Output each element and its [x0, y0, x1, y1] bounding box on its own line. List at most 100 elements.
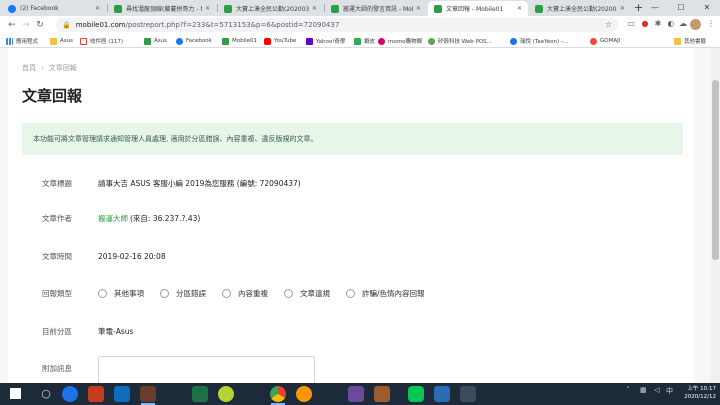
- close-window-button[interactable]: ✕: [694, 0, 720, 16]
- tab-facebook[interactable]: (2) Facebook ✕: [2, 1, 106, 16]
- radio-fraud[interactable]: 詐騙/色情內容回報: [346, 288, 425, 299]
- game-icon[interactable]: [140, 386, 156, 405]
- radio-circle-icon[interactable]: [160, 288, 169, 298]
- network-icon[interactable]: ▦: [640, 386, 647, 394]
- photo-icon[interactable]: [348, 386, 364, 402]
- windows-start-icon[interactable]: [10, 388, 21, 399]
- message-label: 附加訊息: [42, 363, 72, 373]
- firefox-icon[interactable]: [296, 386, 312, 402]
- tray-chevron-icon[interactable]: ˄: [626, 386, 630, 394]
- extension-puzzle-icon[interactable]: ✱: [653, 19, 663, 29]
- outlook-icon[interactable]: [114, 386, 130, 402]
- volume-icon[interactable]: ◁: [654, 386, 659, 394]
- bookmark-label: Asus: [154, 38, 167, 44]
- line-icon[interactable]: [408, 386, 424, 402]
- tab-mobile01-4[interactable]: 大寶上湊全民公勤(202003 pi ✕: [529, 1, 631, 16]
- radio-violation[interactable]: 文章違規: [284, 288, 330, 299]
- radio-circle-icon[interactable]: [346, 288, 355, 298]
- radio-label: 分區錯誤: [176, 288, 206, 298]
- message-textarea[interactable]: [98, 356, 315, 383]
- maximize-button[interactable]: ☐: [668, 0, 694, 16]
- bookmark-webpos[interactable]: 矽穀科技 Web POS...: [428, 36, 492, 46]
- subject-row: 文章標題 請事大吉 ASUS 客服小編 2019為您服務 (編號: 720904…: [22, 176, 642, 190]
- translate-icon[interactable]: ◐: [666, 19, 676, 29]
- radio-circle-icon[interactable]: [284, 288, 293, 298]
- tab-mobile01-3[interactable]: 搬運大師的發言資訊 - Mobile ✕: [325, 1, 427, 16]
- author-link[interactable]: 搬運大師: [98, 214, 128, 223]
- bookmark-apps[interactable]: 應用程式: [6, 36, 38, 46]
- clock-time: 上午 10:17: [687, 386, 716, 392]
- chrome-icon[interactable]: [270, 386, 286, 405]
- close-icon[interactable]: ✕: [517, 5, 522, 12]
- minimize-button[interactable]: —: [642, 0, 668, 16]
- folder-icon: [674, 37, 681, 45]
- breadcrumb-home[interactable]: 首頁: [22, 63, 36, 73]
- radio-circle-icon[interactable]: [98, 288, 107, 298]
- mobile01-icon: [535, 4, 543, 13]
- subject-label: 文章標題: [42, 178, 72, 188]
- mobile01-icon: [331, 4, 339, 13]
- forward-button[interactable]: →: [20, 18, 32, 32]
- powerpoint-icon[interactable]: [88, 386, 104, 402]
- page-scrollbar[interactable]: [711, 48, 720, 383]
- bookmark-label: Asus: [60, 38, 73, 44]
- report-type-radio-group: 其他事項 分區錯誤 內容重複 文章違規 詐騙/色情內容回報: [98, 288, 441, 299]
- bookmark-other-folder[interactable]: 其他書籤: [674, 36, 706, 46]
- bookmark-taeyeon[interactable]: 瑞悅 (TaeYeon) -...: [510, 36, 568, 46]
- close-icon[interactable]: ✕: [95, 5, 100, 12]
- cast-icon[interactable]: ▭: [626, 19, 636, 29]
- scrollbar-thumb[interactable]: [712, 80, 719, 260]
- breadcrumb-current: 文章回報: [48, 64, 77, 72]
- bookmark-star-icon[interactable]: ☆: [605, 20, 612, 29]
- lock-icon[interactable]: 🔒: [62, 21, 71, 29]
- bookmark-facebook[interactable]: Facebook: [176, 36, 212, 46]
- radio-label: 內容重複: [238, 288, 268, 298]
- ime-icon[interactable]: 中: [666, 386, 673, 396]
- ball-icon[interactable]: [218, 386, 234, 402]
- page-title: 文章回報: [22, 87, 83, 105]
- edge-icon[interactable]: [62, 386, 78, 402]
- facebook-icon: [176, 37, 183, 45]
- settings-icon[interactable]: [460, 386, 476, 402]
- report-page: 首頁 › 文章回報 文章回報 本功能可將文章管理請求通知管理人員處理, 適用於分…: [8, 48, 694, 383]
- radio-duplicate[interactable]: 內容重複: [222, 288, 268, 299]
- bookmark-youtube[interactable]: YouTube: [264, 36, 296, 46]
- taskbar-clock[interactable]: 上午 10:17 2020/12/12: [676, 385, 716, 401]
- radio-circle-icon[interactable]: [222, 288, 231, 298]
- close-icon[interactable]: ✕: [205, 5, 210, 12]
- momo-icon: [378, 37, 385, 45]
- mail-icon[interactable]: [434, 386, 450, 402]
- tab-report-active[interactable]: 文章回報 - Mobile01 ✕: [428, 1, 528, 16]
- bookmark-asus-folder[interactable]: Asus: [50, 36, 73, 46]
- bookmark-gmail[interactable]: 收件匣 (117): [80, 36, 123, 46]
- app-icon[interactable]: [374, 386, 390, 402]
- menu-kebab-icon[interactable]: ⋮: [706, 19, 716, 29]
- radio-other[interactable]: 其他事項: [98, 288, 144, 299]
- close-icon[interactable]: ✕: [312, 5, 317, 12]
- reload-button[interactable]: ↻: [34, 18, 46, 32]
- bookmark-yahoo[interactable]: Yahoo!奇摩: [306, 36, 345, 46]
- extension-red-icon[interactable]: ●: [640, 19, 650, 29]
- close-icon[interactable]: ✕: [620, 5, 625, 12]
- back-button[interactable]: ←: [6, 18, 18, 32]
- google-docs-icon: [354, 37, 361, 45]
- url-path: /postreport.php?f=233&t=5713153&p=6&post…: [125, 21, 340, 29]
- board-row: 目前分區 筆電-Asus: [22, 324, 642, 338]
- bookmark-gomaji[interactable]: GOMAJI: [590, 36, 620, 46]
- bookmark-momo[interactable]: momo購物網: [378, 36, 422, 46]
- windows-taskbar: ○ ˄ ▦ ◁ 中 上午 10:17 2020/12/12: [0, 383, 720, 405]
- cloud-icon[interactable]: ☁: [678, 19, 688, 29]
- bookmark-label: 收件匣 (117): [90, 39, 124, 45]
- bookmark-asus[interactable]: Asus: [144, 36, 167, 46]
- bookmark-mobile01[interactable]: Mobile01: [222, 36, 257, 46]
- bookmark-shopee[interactable]: 蝦皮: [354, 36, 375, 46]
- search-icon[interactable]: ○: [38, 386, 54, 402]
- address-bar[interactable]: 🔒 mobile01.com/postreport.php?f=233&t=57…: [56, 18, 618, 32]
- tab-mobile01-1[interactable]: 尋找潛龍頂線(藤蔓拼哥力 - Mo ✕: [108, 1, 216, 16]
- tab-mobile01-2[interactable]: 大寶上湊全民公勤(202003 pi ✕: [218, 1, 323, 16]
- radio-wrong-board[interactable]: 分區錯誤: [160, 288, 206, 299]
- profile-avatar[interactable]: [690, 19, 701, 30]
- clock-date: 2020/12/12: [684, 394, 716, 400]
- close-icon[interactable]: ✕: [416, 5, 421, 12]
- excel-icon[interactable]: [192, 386, 208, 402]
